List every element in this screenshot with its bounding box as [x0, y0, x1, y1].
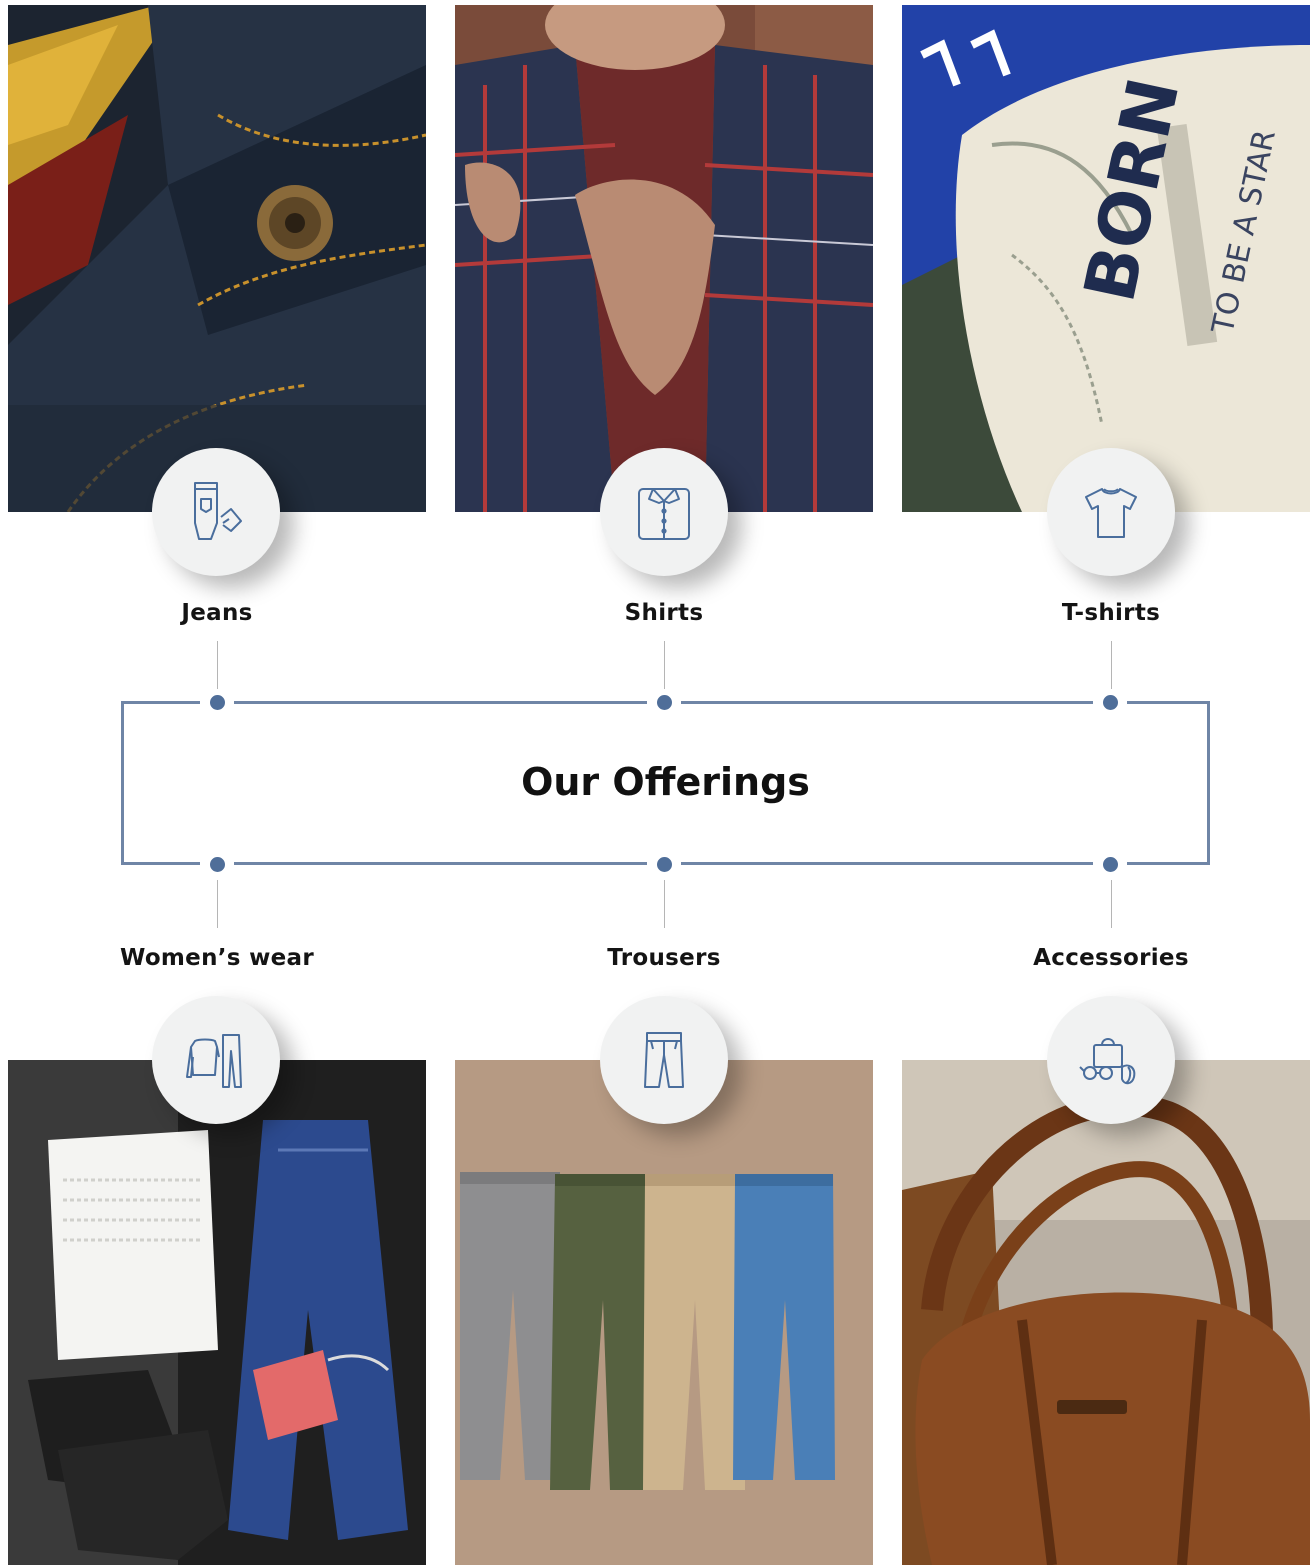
tshirt-icon	[1085, 488, 1137, 538]
tshirts-badge	[1047, 448, 1175, 576]
accessories-icon	[1079, 1038, 1136, 1085]
connector-accessories	[1111, 880, 1112, 928]
jeans-icon	[194, 482, 242, 540]
shirts-badge	[600, 448, 728, 576]
connector-tshirts	[1111, 641, 1112, 689]
label-womens-wear: Women’s wear	[119, 945, 315, 971]
dot-tshirts	[1103, 695, 1118, 710]
tshirts-photo: BORN TO BE A STAR	[902, 5, 1310, 512]
accessories-photo	[902, 1060, 1310, 1565]
dot-accessories	[1103, 857, 1118, 872]
accessories-badge	[1047, 996, 1175, 1124]
connector-womens-wear	[217, 880, 218, 928]
trousers-badge	[600, 996, 728, 1124]
trousers-icon	[644, 1032, 684, 1088]
label-jeans: Jeans	[181, 600, 253, 626]
label-accessories: Accessories	[1033, 945, 1189, 971]
dot-womens-wear	[210, 857, 225, 872]
jeans-photo	[8, 5, 426, 512]
connector-shirts	[664, 641, 665, 689]
connector-jeans	[217, 641, 218, 689]
shirts-photo	[455, 5, 873, 512]
label-trousers: Trousers	[607, 945, 721, 971]
womens-wear-badge	[152, 996, 280, 1124]
trousers-photo	[455, 1060, 873, 1565]
jeans-badge	[152, 448, 280, 576]
label-shirts: Shirts	[624, 600, 704, 626]
shirt-icon	[638, 488, 690, 540]
dot-shirts	[657, 695, 672, 710]
connector-trousers	[664, 880, 665, 928]
dot-jeans	[210, 695, 225, 710]
womens-wear-photo	[8, 1060, 426, 1565]
label-tshirts: T-shirts	[1061, 600, 1161, 626]
page-title: Our Offerings	[521, 760, 810, 804]
womens-wear-icon	[186, 1034, 242, 1088]
dot-trousers	[657, 857, 672, 872]
